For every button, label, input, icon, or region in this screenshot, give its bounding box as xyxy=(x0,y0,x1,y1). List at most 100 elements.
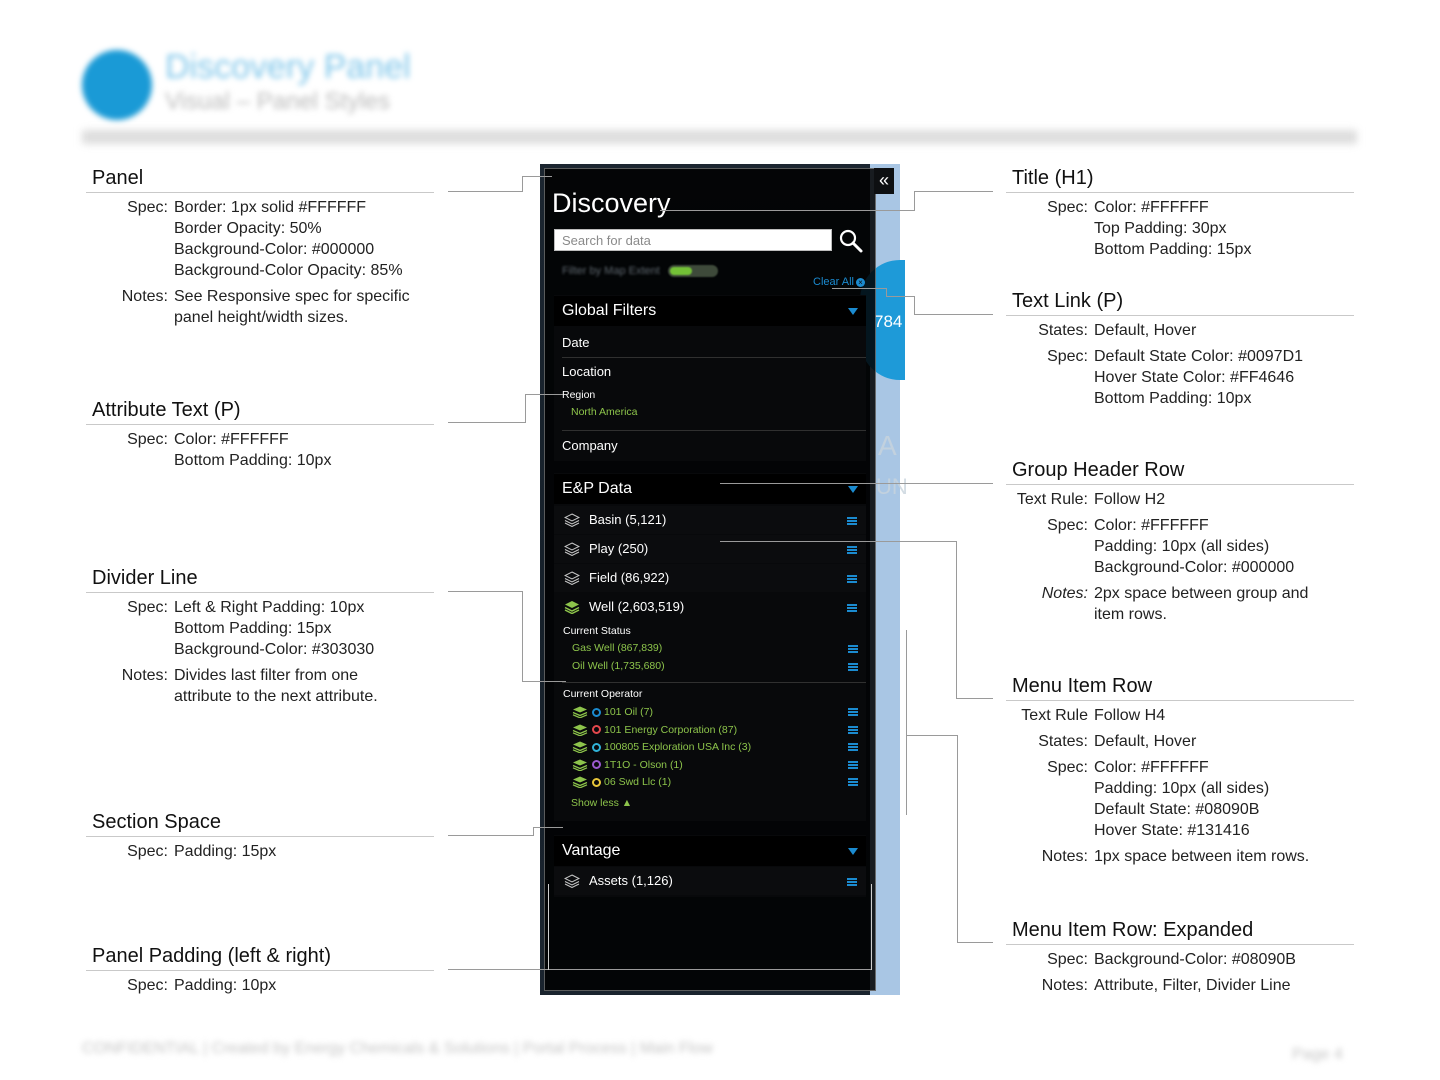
spec-values: Default State Color: #0097D1 Hover State… xyxy=(1094,346,1354,409)
attribute-label-current-status: Current Status xyxy=(563,625,631,637)
search-input[interactable]: Search for data xyxy=(554,229,832,251)
annotation-title: Group Header Row xyxy=(1006,458,1354,485)
group-header-vantage[interactable]: Vantage xyxy=(554,836,866,866)
annotation-menu-item-expanded: Menu Item Row: Expanded Spec: Background… xyxy=(1006,918,1354,996)
status-oil-well[interactable]: Oil Well (1,735,680) xyxy=(572,660,665,672)
leader-line xyxy=(522,176,523,192)
status-ring-icon xyxy=(592,742,601,752)
spec-label: Spec: xyxy=(1047,348,1088,365)
menu-icon[interactable] xyxy=(848,645,858,653)
doc-subtitle: Visual – Panel Styles xyxy=(165,88,391,115)
menu-item-basin[interactable]: Basin (5,121) xyxy=(554,506,866,534)
clear-all-link[interactable]: Clear All × xyxy=(813,276,865,288)
states-line: Default, Hover xyxy=(1094,322,1197,339)
menu-icon[interactable] xyxy=(847,575,857,583)
filter-location[interactable]: Location xyxy=(562,364,611,379)
leader-line xyxy=(906,735,958,736)
spec-line: Hover State: #131416 xyxy=(1094,822,1250,839)
menu-icon[interactable] xyxy=(847,517,857,525)
spec-line: Border Opacity: 50% xyxy=(174,220,322,237)
map-extent-toggle-label: Filter by Map Extent xyxy=(562,265,660,277)
spec-line: Default State Color: #0097D1 xyxy=(1094,348,1304,365)
menu-icon[interactable] xyxy=(848,760,858,769)
operator-item[interactable]: 101 Energy Corporation (87) xyxy=(572,722,737,738)
attribute-label-current-operator: Current Operator xyxy=(563,688,643,700)
annotation-menu-item-row: Menu Item Row Text Rule Follow H4 States… xyxy=(1006,674,1354,867)
notes-label: Notes: xyxy=(1041,977,1088,994)
menu-icon[interactable] xyxy=(848,778,858,786)
operator-label: 101 Oil (7) xyxy=(604,706,654,718)
filter-date[interactable]: Date xyxy=(562,335,589,350)
annotation-title: Attribute Text (P) xyxy=(86,398,434,425)
spec-line: Bottom Padding: 15px xyxy=(174,620,332,637)
menu-icon[interactable] xyxy=(848,725,858,734)
annotation-section-space: Section Space Spec: Padding: 15px xyxy=(86,810,434,862)
spec-label: Spec: xyxy=(127,843,168,860)
layers-icon xyxy=(572,776,588,789)
group-header-label: Global Filters xyxy=(562,302,657,319)
operator-item[interactable]: 100805 Exploration USA Inc (3) xyxy=(572,739,751,755)
layers-icon xyxy=(564,601,580,614)
leader-line xyxy=(956,698,993,699)
layers-icon xyxy=(564,542,580,556)
search-icon[interactable] xyxy=(838,228,864,254)
show-less-link[interactable]: Show less ▲ xyxy=(571,797,632,809)
menu-item-play[interactable]: Play (250) xyxy=(554,535,866,563)
collapse-panel-button[interactable]: « xyxy=(874,168,894,194)
spec-label: Spec: xyxy=(127,199,168,216)
leader-line xyxy=(832,288,887,289)
filter-company[interactable]: Company xyxy=(562,438,618,453)
spec-label: Spec: xyxy=(1047,517,1088,534)
menu-item-field[interactable]: Field (86,922) xyxy=(554,564,866,592)
states-label: States: xyxy=(1038,322,1088,339)
leader-line xyxy=(886,296,915,297)
leader-line xyxy=(957,942,993,943)
rule-label: Text Rule: xyxy=(1016,491,1088,508)
status-ring-icon xyxy=(592,725,601,735)
spec-line: Bottom Padding: 15px xyxy=(1094,241,1252,258)
operator-item[interactable]: 1T1O - Olson (1) xyxy=(572,757,683,773)
chevron-down-icon xyxy=(848,486,858,493)
menu-icon[interactable] xyxy=(847,604,857,612)
leader-line xyxy=(448,969,872,970)
attribute-value-region[interactable]: North America xyxy=(571,406,638,418)
menu-icon[interactable] xyxy=(848,743,858,751)
notes-line: item rows. xyxy=(1094,606,1167,623)
annotation-title: Section Space xyxy=(86,810,434,837)
map-extent-toggle[interactable] xyxy=(668,265,718,277)
leader-line xyxy=(915,191,993,192)
menu-item-label: Play (250) xyxy=(589,541,649,556)
notes-line: Divides last filter from one xyxy=(174,667,359,684)
group-header-ep-data[interactable]: E&P Data xyxy=(554,474,866,504)
notes-label: Notes: xyxy=(121,288,168,305)
spec-values: Padding: 10px xyxy=(174,975,434,996)
menu-icon[interactable] xyxy=(848,663,858,671)
footer-text: CONFIDENTIAL | Created by Energy Chemica… xyxy=(82,1040,713,1057)
menu-item-assets[interactable]: Assets (1,126) xyxy=(554,867,866,895)
leader-line xyxy=(886,288,887,297)
rule-line: Follow H4 xyxy=(1094,707,1166,724)
spec-label: Spec: xyxy=(127,431,168,448)
leader-line xyxy=(448,422,526,423)
spec-line: Color: #FFFFFF xyxy=(1094,759,1209,776)
footer-page-number: Page 4 xyxy=(1292,1046,1343,1063)
operator-item[interactable]: 06 Swd Llc (1) xyxy=(572,774,671,790)
menu-item-well-expanded[interactable]: Well (2,603,519) xyxy=(554,593,866,621)
spec-line: Padding: 10px (all sides) xyxy=(1094,538,1270,555)
leader-line xyxy=(533,827,563,828)
notes-line: See Responsive spec for specific xyxy=(174,288,410,305)
menu-icon[interactable] xyxy=(848,708,858,716)
operator-item[interactable]: 101 Oil (7) xyxy=(572,704,653,720)
leader-line xyxy=(957,735,958,943)
annotation-text-link: Text Link (P) States: Default, Hover Spe… xyxy=(1006,289,1354,409)
spec-line: Background-Color: #000000 xyxy=(174,241,375,258)
group-header-global-filters[interactable]: Global Filters xyxy=(554,296,866,326)
menu-icon[interactable] xyxy=(847,878,857,886)
close-icon: × xyxy=(855,277,865,287)
menu-item-label: Assets (1,126) xyxy=(589,873,673,888)
menu-icon[interactable] xyxy=(847,546,857,554)
leader-line xyxy=(448,835,534,836)
spec-line: Hover State Color: #FF4646 xyxy=(1094,369,1295,386)
status-ring-icon xyxy=(592,777,601,787)
status-gas-well[interactable]: Gas Well (867,839) xyxy=(572,642,662,654)
